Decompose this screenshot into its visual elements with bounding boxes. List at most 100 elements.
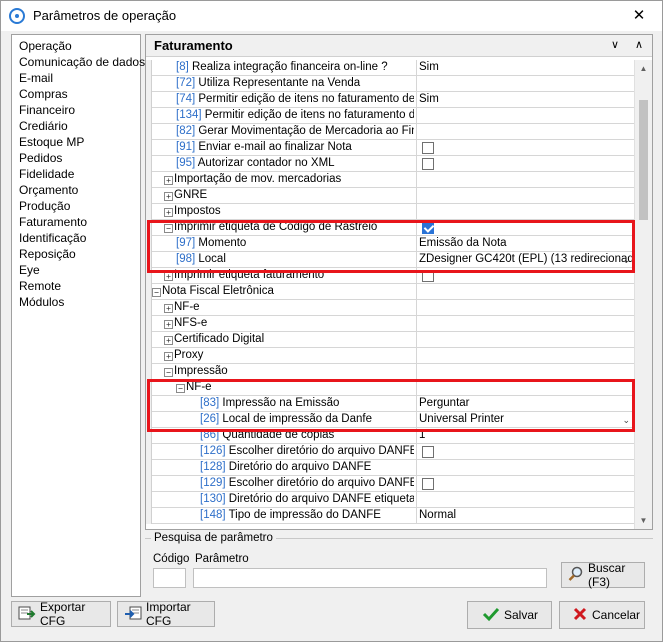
nav-item[interactable]: Pedidos xyxy=(19,150,140,166)
parameter-row[interactable]: [97] Momento Emissão da Nota xyxy=(146,236,634,252)
parameter-row[interactable]: + NF-e xyxy=(146,300,634,316)
parameter-row[interactable]: [98] Local ZDesigner GC420t (EPL) (13 red… xyxy=(146,252,634,268)
parameter-row[interactable]: [126] Escolher diretório do arquivo DANF… xyxy=(146,444,634,460)
parameter-label: [148] Tipo de impressão do DANFE xyxy=(200,508,414,524)
parameter-row[interactable]: [129] Escolher diretório do arquivo DANF… xyxy=(146,476,634,492)
collapse-icon[interactable]: − xyxy=(164,224,173,233)
parameter-value[interactable]: Universal Printer ⌄ xyxy=(419,412,632,428)
collapse-all-icon[interactable]: ∨ xyxy=(606,37,624,53)
scroll-thumb[interactable] xyxy=(639,100,648,220)
parameter-row[interactable]: [8] Realiza integração financeira on-lin… xyxy=(146,60,634,76)
parameter-row[interactable]: [148] Tipo de impressão do DANFE Normal xyxy=(146,508,634,524)
parameter-row[interactable]: [134] Permitir edição de itens no fatura… xyxy=(146,108,634,124)
parameter-row[interactable]: − Nota Fiscal Eletrônica xyxy=(146,284,634,300)
nav-item[interactable]: Faturamento xyxy=(19,214,140,230)
parameter-row[interactable]: [128] Diretório do arquivo DANFE xyxy=(146,460,634,476)
expand-icon[interactable]: + xyxy=(164,208,173,217)
expand-icon[interactable]: + xyxy=(164,336,173,345)
nav-item[interactable]: Remote xyxy=(19,278,140,294)
parameter-row[interactable]: − Imprimir etiqueta de Código de Rastreio xyxy=(146,220,634,236)
cancel-button[interactable]: Cancelar xyxy=(559,601,645,629)
parameter-label: Impressão xyxy=(174,364,414,380)
collapse-icon[interactable]: − xyxy=(176,384,185,393)
parameter-row[interactable]: [86] Quantidade de cópias 1 xyxy=(146,428,634,444)
close-button[interactable]: ✕ xyxy=(616,1,662,31)
parameter-row[interactable]: [74] Permitir edição de itens no faturam… xyxy=(146,92,634,108)
parameter-input[interactable] xyxy=(193,568,547,588)
expand-icon[interactable]: + xyxy=(164,192,173,201)
parameter-row[interactable]: [82] Gerar Movimentação de Mercadoria ao… xyxy=(146,124,634,140)
expand-icon[interactable]: + xyxy=(164,176,173,185)
expand-all-icon[interactable]: ∧ xyxy=(630,37,648,53)
expand-icon[interactable]: + xyxy=(164,352,173,361)
parameter-row[interactable]: − Impressão xyxy=(146,364,634,380)
expand-icon[interactable]: + xyxy=(164,320,173,329)
parameter-name: Gerar Movimentação de Mercadoria ao Fina… xyxy=(198,125,414,137)
chevron-down-icon[interactable]: ⌄ xyxy=(622,252,630,268)
parameter-value[interactable]: 1 xyxy=(419,428,632,444)
parameter-row[interactable]: + Proxy xyxy=(146,348,634,364)
expand-icon[interactable]: + xyxy=(164,272,173,281)
parameter-value[interactable]: Normal xyxy=(419,508,632,524)
parameter-checkbox[interactable] xyxy=(422,270,434,282)
nav-item[interactable]: Fidelidade xyxy=(19,166,140,182)
code-input[interactable] xyxy=(153,568,186,588)
import-cfg-button[interactable]: Importar CFG xyxy=(117,600,215,628)
nav-item[interactable]: Financeiro xyxy=(19,102,140,118)
vertical-scrollbar[interactable]: ▲ ▼ xyxy=(634,60,652,529)
row-gutter xyxy=(146,364,152,380)
nav-item[interactable]: Módulos xyxy=(19,294,140,310)
search-button[interactable]: Buscar (F3) xyxy=(561,561,645,589)
parameter-name: NF-e xyxy=(186,381,212,393)
parameter-checkbox[interactable] xyxy=(422,142,434,154)
nav-item[interactable]: Orçamento xyxy=(19,182,140,198)
nav-item[interactable]: Crediário xyxy=(19,118,140,134)
parameter-checkbox[interactable] xyxy=(422,222,434,234)
parameter-label: GNRE xyxy=(174,188,414,204)
parameter-row[interactable]: [72] Utiliza Representante na Venda xyxy=(146,76,634,92)
nav-item[interactable]: Operação xyxy=(19,38,140,54)
parameter-row[interactable]: [83] Impressão na Emissão Perguntar xyxy=(146,396,634,412)
nav-item[interactable]: Produção xyxy=(19,198,140,214)
parameter-row[interactable]: − NF-e xyxy=(146,380,634,396)
save-button[interactable]: Salvar xyxy=(467,601,552,629)
parameter-row[interactable]: + Certificado Digital xyxy=(146,332,634,348)
parameter-row[interactable]: + NFS-e xyxy=(146,316,634,332)
nav-item[interactable]: Identificação xyxy=(19,230,140,246)
parameter-row[interactable]: + Impostos xyxy=(146,204,634,220)
parameter-checkbox[interactable] xyxy=(422,478,434,490)
parameter-label: [134] Permitir edição de itens no fatura… xyxy=(176,108,414,124)
parameter-checkbox[interactable] xyxy=(422,446,434,458)
nav-item[interactable]: Comunicação de dados xyxy=(19,54,145,70)
nav-item[interactable]: Compras xyxy=(19,86,140,102)
parameter-row[interactable]: [91] Enviar e-mail ao finalizar Nota xyxy=(146,140,634,156)
parameter-value[interactable]: Sim xyxy=(419,60,632,76)
chevron-down-icon[interactable]: ⌄ xyxy=(622,412,630,428)
parameter-value[interactable]: Sim xyxy=(419,92,632,108)
expand-icon[interactable]: + xyxy=(164,304,173,313)
scroll-down-icon[interactable]: ▼ xyxy=(635,512,652,529)
parameter-row[interactable]: + Importação de mov. mercadorias xyxy=(146,172,634,188)
parameter-row[interactable]: + GNRE xyxy=(146,188,634,204)
nav-item[interactable]: Reposição xyxy=(19,246,140,262)
row-gutter xyxy=(146,412,152,428)
parameter-row[interactable]: + Imprimir etiqueta faturamento xyxy=(146,268,634,284)
parameter-code: [129] xyxy=(200,477,226,489)
parameter-value[interactable]: ZDesigner GC420t (EPL) (13 redirecionada… xyxy=(419,252,632,268)
scroll-up-icon[interactable]: ▲ xyxy=(635,60,652,77)
column-separator xyxy=(416,220,417,236)
parameter-code: [8] xyxy=(176,61,189,73)
parameter-row[interactable]: [26] Local de impressão da Danfe Universa… xyxy=(146,412,634,428)
nav-item[interactable]: Estoque MP xyxy=(19,134,140,150)
parameter-value[interactable]: Perguntar xyxy=(419,396,632,412)
collapse-icon[interactable]: − xyxy=(164,368,173,377)
parameter-checkbox[interactable] xyxy=(422,158,434,170)
parameter-name: Nota Fiscal Eletrônica xyxy=(162,285,274,297)
nav-item[interactable]: Eye xyxy=(19,262,140,278)
collapse-icon[interactable]: − xyxy=(152,288,161,297)
parameter-row[interactable]: [95] Autorizar contador no XML xyxy=(146,156,634,172)
nav-item[interactable]: E-mail xyxy=(19,70,140,86)
export-cfg-button[interactable]: Exportar CFG xyxy=(11,600,111,628)
parameter-row[interactable]: [130] Diretório do arquivo DANFE etiquet… xyxy=(146,492,634,508)
parameter-value[interactable]: Emissão da Nota xyxy=(419,236,632,252)
